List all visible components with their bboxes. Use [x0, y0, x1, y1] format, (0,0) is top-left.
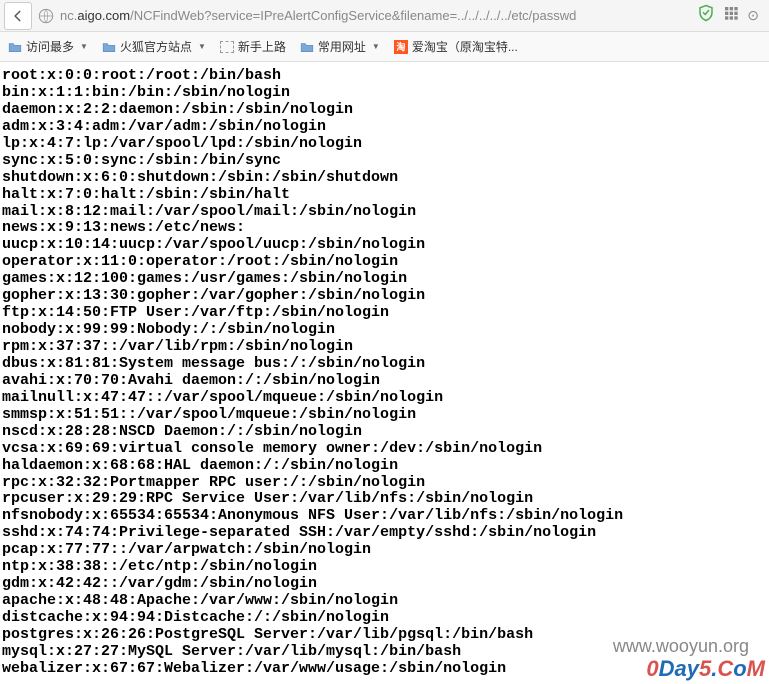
back-arrow-icon [11, 9, 25, 23]
bookmark-aitaobao[interactable]: 淘 爱淘宝（原淘宝特... [394, 38, 518, 55]
globe-icon [38, 8, 54, 24]
taobao-icon: 淘 [394, 40, 408, 54]
bookmark-label: 新手上路 [238, 38, 286, 55]
dropdown-arrow-icon: ▼ [372, 42, 380, 51]
url-bar[interactable]: nc.aigo.com/NCFindWeb?service=IPreAlertC… [60, 8, 691, 23]
url-domain: aigo.com [77, 8, 130, 23]
nav-right-icons: ⊙ [691, 4, 765, 27]
bookmark-label: 常用网址 [318, 38, 366, 55]
bookmark-newbie[interactable]: 新手上路 [220, 38, 286, 55]
watermark-0day5: 0Day5.CoM [646, 656, 765, 682]
bookmark-common-urls[interactable]: 常用网址 ▼ [300, 38, 380, 55]
bookmark-label: 火狐官方站点 [120, 38, 192, 55]
page-icon [220, 41, 234, 53]
browser-nav-bar: nc.aigo.com/NCFindWeb?service=IPreAlertC… [0, 0, 769, 32]
passwd-content: root:x:0:0:root:/root:/bin/bash bin:x:1:… [0, 62, 769, 684]
watermark-wooyun: www.wooyun.org [613, 636, 749, 657]
back-button[interactable] [4, 2, 32, 30]
bookmark-label: 访问最多 [26, 38, 74, 55]
bookmark-label: 爱淘宝（原淘宝特... [412, 38, 518, 55]
apps-grid-icon[interactable] [723, 5, 739, 26]
shield-icon[interactable] [697, 4, 715, 27]
url-domain-prefix: nc. [60, 8, 77, 23]
folder-icon [8, 41, 22, 53]
dropdown-arrow-icon: ▼ [198, 42, 206, 51]
bookmarks-bar: 访问最多 ▼ 火狐官方站点 ▼ 新手上路 常用网址 ▼ 淘 爱淘宝（原淘宝特..… [0, 32, 769, 62]
folder-icon [102, 41, 116, 53]
folder-icon [300, 41, 314, 53]
bookmark-firefox-sites[interactable]: 火狐官方站点 ▼ [102, 38, 206, 55]
profile-icon[interactable]: ⊙ [747, 7, 759, 24]
url-path: /NCFindWeb?service=IPreAlertConfigServic… [130, 8, 576, 23]
bookmark-most-visited[interactable]: 访问最多 ▼ [8, 38, 88, 55]
dropdown-arrow-icon: ▼ [80, 42, 88, 51]
